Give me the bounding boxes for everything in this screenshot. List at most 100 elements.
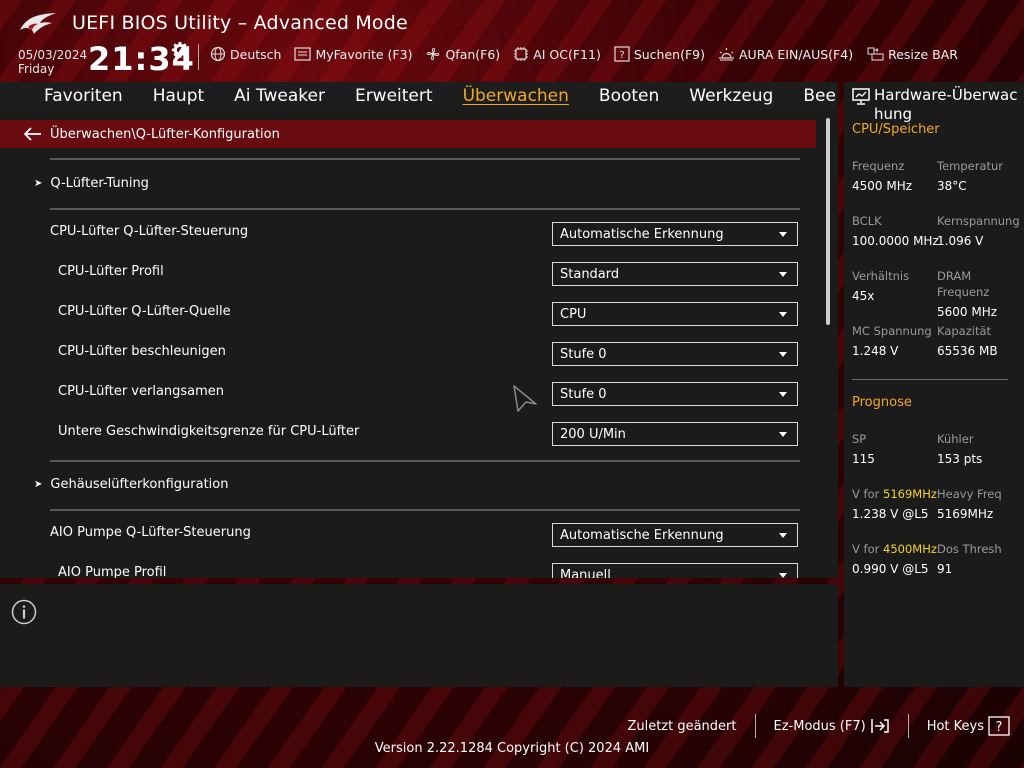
cpu-fan-lower-limit-dropdown[interactable]: 200 U/Min bbox=[552, 422, 798, 446]
tab-beenden[interactable]: Beenden bbox=[803, 82, 836, 110]
last-changed-label: Zuletzt geändert bbox=[627, 718, 737, 734]
sp-value: 115 bbox=[852, 452, 875, 466]
svg-text:?: ? bbox=[996, 720, 1003, 735]
resize-bar-button[interactable]: Resize BAR bbox=[866, 46, 958, 62]
ai-oc-button[interactable]: AI OC(F11) bbox=[513, 46, 601, 62]
cpu-memory-section-title: CPU/Speicher bbox=[852, 122, 940, 137]
cpu-fan-accelerate-dropdown[interactable]: Stufe 0 bbox=[552, 342, 798, 366]
language-label: Deutsch bbox=[230, 46, 282, 62]
prognosis-section-title: Prognose bbox=[852, 395, 912, 410]
search-button[interactable]: ? Suchen(F9) bbox=[614, 46, 705, 62]
dropdown-value: 200 U/Min bbox=[560, 426, 626, 442]
myfavorite-button[interactable]: MyFavorite (F3) bbox=[294, 47, 412, 62]
cpu-fan-control-dropdown[interactable]: Automatische Erkennung bbox=[552, 222, 798, 246]
aura-label: AURA EIN/AUS(F4) bbox=[739, 46, 854, 62]
scrollbar[interactable] bbox=[826, 118, 830, 325]
divider bbox=[50, 460, 800, 462]
aio-pump-control-dropdown[interactable]: Automatische Erkennung bbox=[552, 523, 798, 547]
help-search-icon: ? bbox=[614, 46, 630, 62]
header: UEFI BIOS Utility – Advanced Mode 05/03/… bbox=[0, 0, 1024, 82]
cpu-fan-decelerate-dropdown[interactable]: Stufe 0 bbox=[552, 382, 798, 406]
tab-ueberwachen[interactable]: Überwachen bbox=[463, 82, 569, 110]
cooler-value: 153 pts bbox=[937, 452, 983, 466]
caret-down-icon bbox=[779, 232, 787, 237]
aura-button[interactable]: AURA EIN/AUS(F4) bbox=[718, 46, 853, 62]
submenu-arrow-icon: ➤ bbox=[34, 479, 43, 490]
ez-mode-button[interactable]: Ez-Modus (F7) bbox=[756, 718, 908, 734]
tab-booten[interactable]: Booten bbox=[599, 82, 659, 110]
aio-pump-profile-label: AIO Pumpe Profil bbox=[58, 565, 167, 578]
cpu-fan-profile-dropdown[interactable]: Standard bbox=[552, 262, 798, 286]
aio-pump-control-label: AIO Pumpe Q-Lüfter-Steuerung bbox=[50, 525, 251, 540]
mouse-pointer-icon bbox=[513, 385, 537, 412]
heavy-freq-value: 5169MHz bbox=[937, 507, 994, 521]
divider bbox=[50, 158, 800, 160]
submenu-q-fan-tuning[interactable]: ➤ Q-Lüfter-Tuning bbox=[34, 176, 149, 191]
help-question-icon: ? bbox=[988, 716, 1010, 736]
tab-ai-tweaker[interactable]: Ai Tweaker bbox=[234, 82, 325, 110]
dram-frequency-label: DRAM Frequenz bbox=[937, 269, 990, 299]
myfavorite-label: MyFavorite (F3) bbox=[315, 46, 413, 62]
tab-favoriten[interactable]: Favoriten bbox=[44, 82, 123, 110]
aio-pump-profile-dropdown[interactable]: Manuell bbox=[552, 563, 798, 578]
svg-text:?: ? bbox=[619, 50, 624, 61]
tab-werkzeug[interactable]: Werkzeug bbox=[689, 82, 773, 110]
language-button[interactable]: Deutsch bbox=[210, 46, 281, 62]
qfan-button[interactable]: Qfan(F6) bbox=[425, 46, 500, 62]
cpu-fan-profile-label: CPU-Lüfter Profil bbox=[58, 264, 164, 279]
hardware-monitor-title: Hardware-Überwachung bbox=[852, 86, 1024, 124]
qfan-label: Qfan(F6) bbox=[445, 46, 501, 62]
dropdown-value: Manuell bbox=[560, 567, 611, 579]
ez-mode-label: Ez-Modus (F7) bbox=[773, 718, 866, 734]
capacity-value: 65536 MB bbox=[937, 344, 998, 358]
frequency-label: Frequenz bbox=[852, 159, 905, 173]
dropdown-value: Automatische Erkennung bbox=[560, 226, 724, 242]
cooler-label: Kühler bbox=[937, 432, 974, 446]
caret-down-icon bbox=[779, 312, 787, 317]
sp-label: SP bbox=[852, 432, 867, 446]
caret-down-icon bbox=[779, 432, 787, 437]
v-for-2-prefix: V for bbox=[852, 542, 883, 556]
dropdown-value: Stufe 0 bbox=[560, 346, 607, 362]
ratio-label: Verhältnis bbox=[852, 269, 910, 283]
dos-thresh-value: 91 bbox=[937, 562, 953, 576]
dropdown-value: Stufe 0 bbox=[560, 386, 607, 402]
v-for-1-label: V for 5169MHz bbox=[852, 486, 937, 502]
hot-keys-button[interactable]: Hot Keys ? bbox=[909, 716, 1010, 736]
version-text: Version 2.22.1284 Copyright (C) 2024 AMI bbox=[374, 741, 650, 756]
temperature-label: Temperatur bbox=[937, 159, 1004, 173]
caret-down-icon bbox=[779, 272, 787, 277]
footer-links: Zuletzt geändert Ez-Modus (F7) Hot Keys … bbox=[609, 714, 1010, 738]
search-label: Suchen(F9) bbox=[633, 46, 705, 62]
dropdown-value: Standard bbox=[560, 266, 620, 282]
header-divider bbox=[198, 44, 199, 70]
aura-light-icon bbox=[719, 48, 734, 61]
cpu-fan-source-dropdown[interactable]: CPU bbox=[552, 302, 798, 326]
breadcrumb-path: Überwachen\Q-Lüfter-Konfiguration bbox=[50, 126, 280, 142]
bclk-value: 100.0000 MHz bbox=[852, 234, 939, 248]
tab-erweitert[interactable]: Erweitert bbox=[355, 82, 433, 110]
dos-thresh-label: Dos Thresh bbox=[937, 542, 1002, 556]
last-changed-button[interactable]: Zuletzt geändert bbox=[609, 719, 754, 734]
caret-down-icon bbox=[779, 352, 787, 357]
header-toolbar: Deutsch MyFavorite (F3) Qfan(F6) AI OC(F… bbox=[210, 46, 958, 62]
gear-icon[interactable] bbox=[171, 41, 189, 59]
v-for-2-label: V for 4500MHz bbox=[852, 541, 937, 557]
hot-keys-label: Hot Keys bbox=[926, 718, 984, 734]
menu-tab-bar: Favoriten Haupt Ai Tweaker Erweitert Übe… bbox=[0, 82, 838, 110]
fan-icon bbox=[427, 47, 440, 61]
back-arrow-icon[interactable] bbox=[24, 127, 42, 141]
menu-tabs: Favoriten Haupt Ai Tweaker Erweitert Übe… bbox=[44, 82, 836, 110]
dropdown-value: Automatische Erkennung bbox=[560, 527, 724, 543]
tab-haupt[interactable]: Haupt bbox=[153, 82, 204, 110]
submenu-label: Gehäuselüfterkonfiguration bbox=[50, 477, 229, 492]
settings-panel: Überwachen\Q-Lüfter-Konfiguration ➤ Q-Lü… bbox=[0, 110, 838, 578]
app-title: UEFI BIOS Utility – Advanced Mode bbox=[72, 12, 408, 34]
v-for-1-prefix: V for bbox=[852, 487, 883, 501]
dram-frequency-value: 5600 MHz bbox=[937, 305, 998, 319]
info-icon bbox=[11, 599, 37, 625]
submenu-chassis-fan-config[interactable]: ➤ Gehäuselüfterkonfiguration bbox=[34, 477, 228, 492]
frequency-value: 4500 MHz bbox=[852, 179, 913, 193]
ai-oc-label: AI OC(F11) bbox=[533, 46, 601, 62]
resize-bar-icon bbox=[867, 47, 884, 61]
